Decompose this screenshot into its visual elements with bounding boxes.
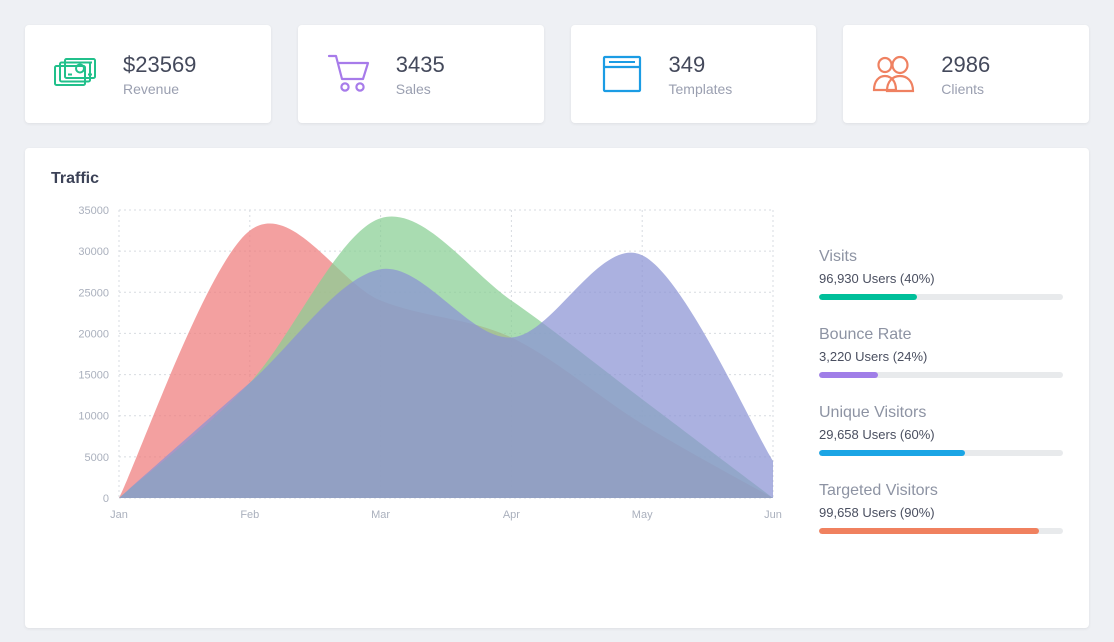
svg-text:35000: 35000 (78, 205, 109, 217)
stat-text: 349 Templates (669, 51, 733, 97)
svg-text:15000: 15000 (78, 370, 109, 382)
stat-value: 3435 (396, 51, 445, 79)
dashboard-page: $23569 Revenue 3435 Sales (0, 0, 1114, 628)
metric-sub: 29,658 Users (60%) (819, 427, 1063, 442)
progress-fill (819, 294, 917, 300)
cart-icon (320, 48, 380, 100)
window-icon (593, 48, 653, 100)
svg-text:25000: 25000 (78, 287, 109, 299)
progress-fill (819, 528, 1039, 534)
stat-card-revenue[interactable]: $23569 Revenue (25, 25, 271, 123)
svg-text:May: May (632, 509, 653, 521)
svg-text:Apr: Apr (503, 509, 520, 521)
stat-card-templates[interactable]: 349 Templates (571, 25, 817, 123)
stat-card-sales[interactable]: 3435 Sales (298, 25, 544, 123)
stat-text: $23569 Revenue (123, 51, 196, 97)
users-icon (865, 48, 925, 100)
stat-text: 3435 Sales (396, 51, 445, 97)
stat-label: Revenue (123, 81, 196, 97)
svg-text:30000: 30000 (78, 246, 109, 258)
stat-label: Sales (396, 81, 445, 97)
progress-fill (819, 372, 878, 378)
progress-track (819, 372, 1063, 378)
stat-value: $23569 (123, 51, 196, 79)
svg-text:Mar: Mar (371, 509, 390, 521)
progress-fill (819, 450, 965, 456)
metric-name: Unique Visitors (819, 404, 1063, 422)
svg-text:10000: 10000 (78, 411, 109, 423)
progress-track (819, 528, 1063, 534)
stat-card-clients[interactable]: 2986 Clients (843, 25, 1089, 123)
page-title: Traffic (51, 170, 1063, 188)
progress-track (819, 294, 1063, 300)
svg-text:5000: 5000 (85, 452, 109, 464)
metric-visits: Visits 96,930 Users (40%) (819, 248, 1063, 300)
traffic-body: 0 5000 10000 15000 20000 25000 30000 35000 Jan Fe… (51, 198, 1063, 543)
stat-label: Clients (941, 81, 990, 97)
traffic-area-chart: 0 5000 10000 15000 20000 25000 30000 35000 Jan Fe… (51, 198, 791, 543)
svg-text:Jan: Jan (110, 509, 128, 521)
metric-name: Bounce Rate (819, 326, 1063, 344)
stat-text: 2986 Clients (941, 51, 990, 97)
stat-label: Templates (669, 81, 733, 97)
svg-text:Feb: Feb (240, 509, 259, 521)
svg-text:Jun: Jun (764, 509, 782, 521)
progress-track (819, 450, 1063, 456)
traffic-panel: Traffic 0 5000 10000 15000 20000 25000 30000 35… (25, 148, 1089, 628)
metric-name: Visits (819, 248, 1063, 266)
stat-value: 349 (669, 51, 733, 79)
metric-sub: 3,220 Users (24%) (819, 349, 1063, 364)
metric-bounce-rate: Bounce Rate 3,220 Users (24%) (819, 326, 1063, 378)
svg-text:0: 0 (103, 493, 109, 505)
stat-value: 2986 (941, 51, 990, 79)
metric-sub: 96,930 Users (40%) (819, 271, 1063, 286)
svg-text:20000: 20000 (78, 328, 109, 340)
metric-name: Targeted Visitors (819, 482, 1063, 500)
money-icon (47, 48, 107, 100)
metric-targeted-visitors: Targeted Visitors 99,658 Users (90%) (819, 482, 1063, 534)
chart-canvas: 0 5000 10000 15000 20000 25000 30000 35000 Jan Fe… (51, 198, 791, 543)
metrics-list: Visits 96,930 Users (40%) Bounce Rate 3,… (791, 198, 1063, 543)
metric-sub: 99,658 Users (90%) (819, 505, 1063, 520)
metric-unique-visitors: Unique Visitors 29,658 Users (60%) (819, 404, 1063, 456)
stats-row: $23569 Revenue 3435 Sales (25, 25, 1089, 123)
